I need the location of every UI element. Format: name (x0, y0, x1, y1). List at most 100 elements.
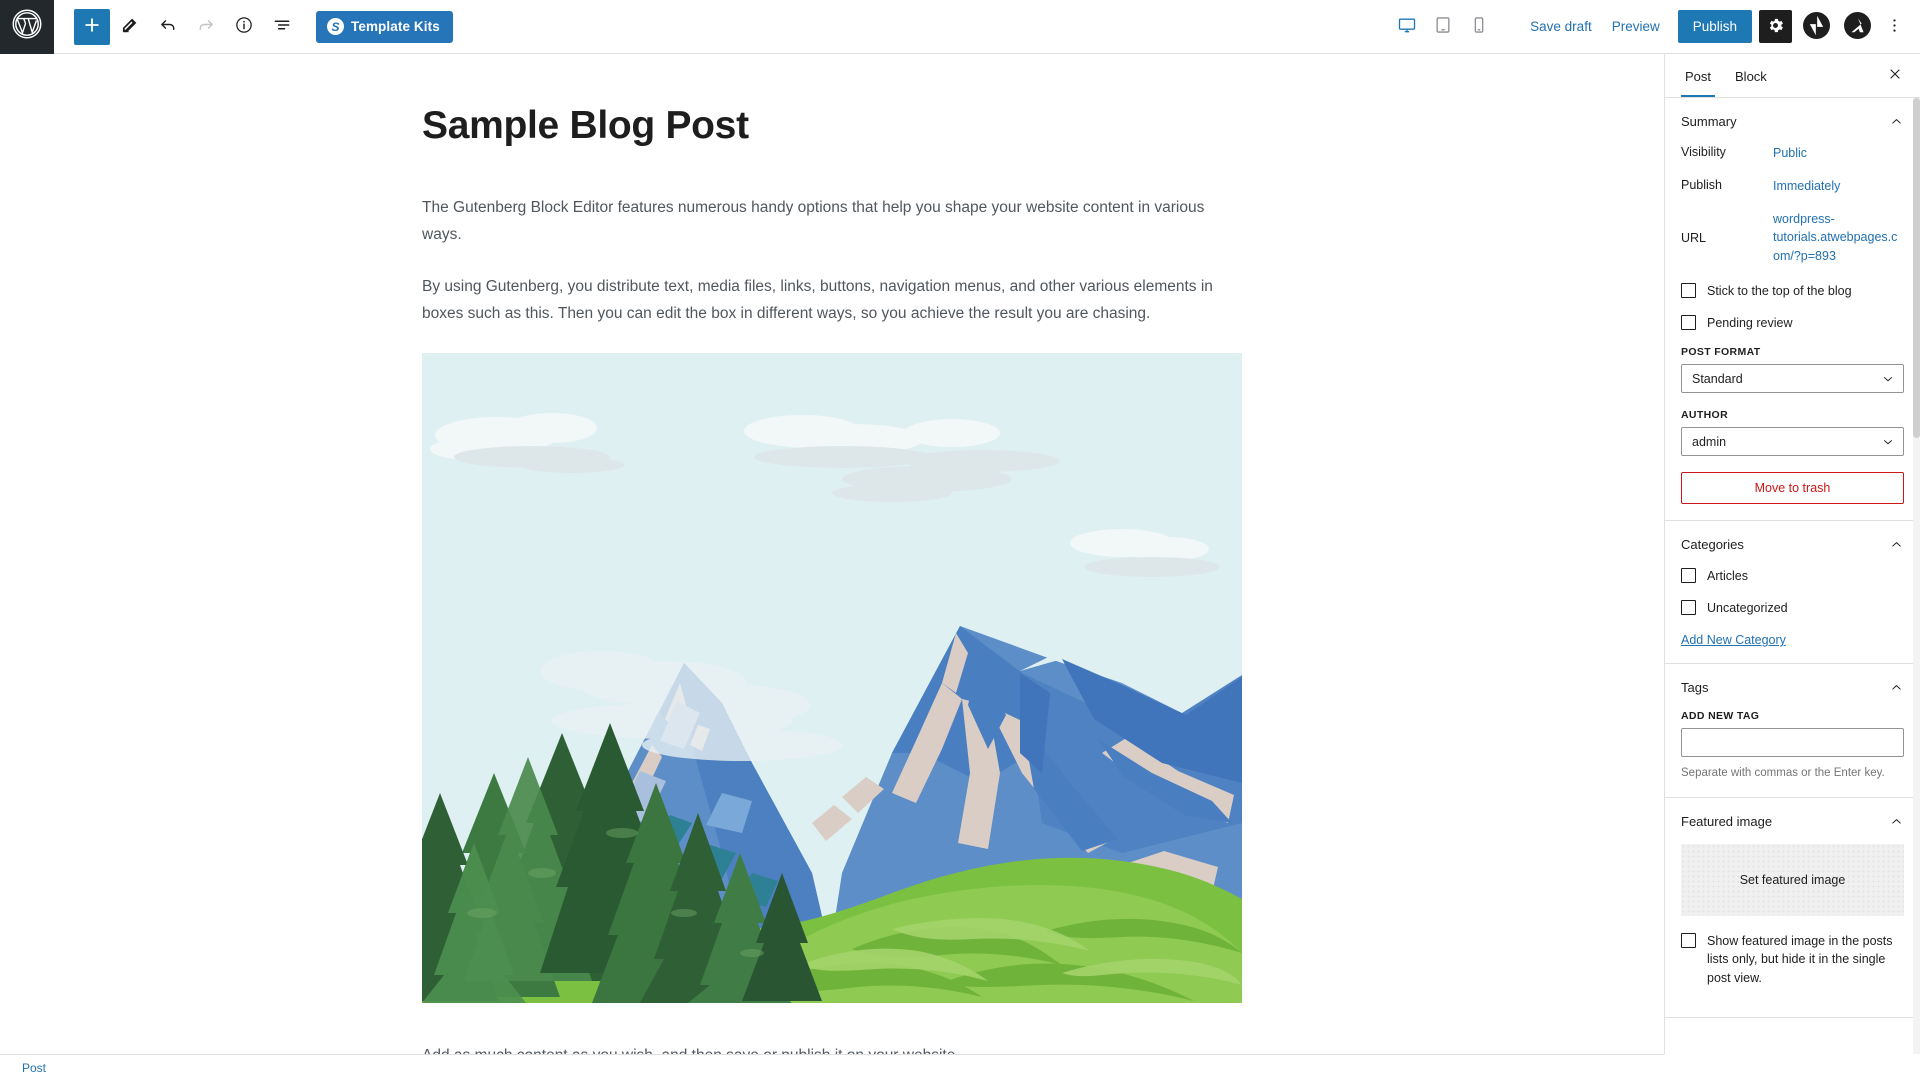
tablet-preview-button[interactable] (1428, 12, 1458, 42)
close-icon (1887, 66, 1903, 85)
sidebar-scrollbar-thumb[interactable] (1913, 98, 1920, 438)
sticky-checkbox-row[interactable]: Stick to the top of the blog (1681, 282, 1904, 300)
sidebar-scrollbar[interactable] (1913, 98, 1920, 1054)
chevron-up-icon (1889, 680, 1904, 695)
category-uncategorized-row[interactable]: Uncategorized (1681, 599, 1904, 617)
summary-panel: Summary Visibility Public Publish Immedi… (1665, 98, 1920, 521)
jetpack-button[interactable] (1799, 10, 1833, 44)
url-label: URL (1681, 231, 1707, 246)
featured-image-panel: Featured image Set featured image Show f… (1665, 798, 1920, 1018)
featured-image-panel-title: Featured image (1681, 813, 1773, 829)
tags-panel-body: ADD NEW TAG Separate with commas or the … (1681, 710, 1904, 797)
category-articles-label: Articles (1707, 569, 1748, 583)
tab-block[interactable]: Block (1723, 56, 1779, 96)
list-view-button[interactable] (264, 9, 300, 45)
template-kits-button[interactable]: S Template Kits (316, 10, 453, 43)
visibility-label: Visibility (1681, 145, 1726, 159)
set-featured-image-label: Set featured image (1739, 873, 1846, 888)
paragraph-block-1[interactable]: The Gutenberg Block Editor features nume… (422, 195, 1242, 248)
paragraph-block-3[interactable]: Add as much content as you wish, and the… (422, 1043, 1242, 1054)
device-preview-group (1392, 12, 1494, 42)
desktop-icon (1397, 15, 1417, 38)
post-format-select[interactable]: Standard (1681, 364, 1904, 393)
author-label: AUTHOR (1681, 409, 1729, 421)
category-articles-checkbox[interactable] (1681, 568, 1696, 583)
chevron-down-icon (1881, 372, 1895, 389)
paragraph-block-2[interactable]: By using Gutenberg, you distribute text,… (422, 274, 1242, 327)
add-new-tag-input[interactable] (1681, 728, 1904, 758)
visibility-value-button[interactable]: Public (1773, 144, 1904, 163)
category-uncategorized-checkbox[interactable] (1681, 600, 1696, 616)
categories-panel-title: Categories (1681, 536, 1744, 552)
summary-panel-header[interactable]: Summary (1681, 98, 1904, 144)
chevron-up-icon (1889, 114, 1904, 129)
summary-panel-title: Summary (1681, 113, 1737, 129)
list-view-icon (272, 15, 292, 38)
add-new-tag-label: ADD NEW TAG (1681, 710, 1760, 723)
category-uncategorized-label: Uncategorized (1707, 601, 1788, 616)
publish-value-button[interactable]: Immediately (1773, 177, 1904, 196)
details-button[interactable] (226, 9, 262, 45)
image-block[interactable] (422, 353, 1242, 1004)
tab-post[interactable]: Post (1673, 56, 1723, 97)
undo-button[interactable] (150, 9, 186, 45)
show-featured-image-checkbox[interactable] (1681, 933, 1696, 949)
url-row: URL wordpress-tutorials.atwebpages.com/?… (1681, 210, 1904, 266)
featured-image-panel-header[interactable]: Featured image (1681, 798, 1904, 844)
category-articles-row[interactable]: Articles (1681, 567, 1904, 585)
redo-button[interactable] (188, 9, 224, 45)
post-format-label: POST FORMAT (1681, 346, 1761, 358)
template-kits-label: Template Kits (351, 19, 440, 34)
close-sidebar-button[interactable] (1880, 61, 1910, 91)
sticky-label: Stick to the top of the blog (1707, 283, 1852, 298)
pending-review-checkbox[interactable] (1681, 314, 1696, 330)
more-options-button[interactable] (1878, 10, 1910, 44)
preview-button[interactable]: Preview (1602, 13, 1670, 40)
publish-label: Publish (1681, 177, 1722, 192)
post-format-value: Standard (1692, 371, 1743, 386)
tags-panel-header[interactable]: Tags (1681, 664, 1904, 710)
tablet-icon (1433, 15, 1453, 38)
chevron-up-icon (1889, 537, 1904, 552)
categories-panel-header[interactable]: Categories (1681, 521, 1904, 567)
publish-button[interactable]: Publish (1677, 10, 1752, 43)
wordpress-logo-button[interactable] (0, 0, 54, 54)
save-draft-button[interactable]: Save draft (1520, 13, 1602, 40)
pending-review-checkbox-row[interactable]: Pending review (1681, 314, 1904, 332)
mobile-icon (1469, 15, 1489, 38)
add-new-category-link[interactable]: Add New Category (1681, 633, 1786, 647)
post-content: Sample Blog Post The Gutenberg Block Edi… (422, 54, 1242, 1054)
author-select[interactable]: admin (1681, 427, 1904, 456)
breadcrumb[interactable]: Post (22, 1061, 46, 1075)
categories-panel: Categories Articles Uncategorized Add Ne… (1665, 521, 1920, 665)
url-value-button[interactable]: wordpress-tutorials.atwebpages.com/?p=89… (1773, 210, 1904, 266)
chevron-up-icon (1889, 814, 1904, 829)
tags-panel-title: Tags (1681, 679, 1709, 695)
mobile-preview-button[interactable] (1464, 12, 1494, 42)
gear-icon (1766, 16, 1785, 38)
featured-image-panel-body: Set featured image Show featured image i… (1681, 844, 1904, 1016)
astra-icon (1843, 11, 1871, 42)
template-kits-badge-icon: S (327, 18, 344, 35)
astra-button[interactable] (1840, 10, 1874, 44)
editor-canvas: Sample Blog Post The Gutenberg Block Edi… (0, 54, 1664, 1054)
desktop-preview-button[interactable] (1392, 12, 1422, 42)
post-title-input[interactable]: Sample Blog Post (422, 104, 1242, 149)
author-value: admin (1692, 434, 1727, 449)
set-featured-image-button[interactable]: Set featured image (1681, 844, 1904, 917)
sticky-checkbox[interactable] (1681, 282, 1696, 298)
publish-row: Publish Immediately (1681, 177, 1904, 196)
add-block-button[interactable] (74, 8, 110, 45)
editor-top-bar: S Template Kits Save draft Preview Publi… (0, 0, 1920, 54)
post-settings-sidebar: Post Block Summary Visibility Public Pub… (1664, 54, 1920, 1054)
kebab-menu-icon (1885, 16, 1904, 38)
show-featured-image-row[interactable]: Show featured image in the posts lists o… (1681, 932, 1904, 986)
settings-button[interactable] (1759, 10, 1792, 43)
top-bar-right-tools: Save draft Preview Publish (1392, 0, 1920, 54)
pencil-icon (120, 15, 140, 38)
mountain-landscape-illustration-icon (422, 353, 1242, 1004)
categories-panel-body: Articles Uncategorized Add New Category (1681, 567, 1904, 663)
move-to-trash-button[interactable]: Move to trash (1681, 472, 1904, 504)
show-featured-image-label: Show featured image in the posts lists o… (1707, 934, 1893, 985)
tools-button[interactable] (112, 9, 148, 45)
